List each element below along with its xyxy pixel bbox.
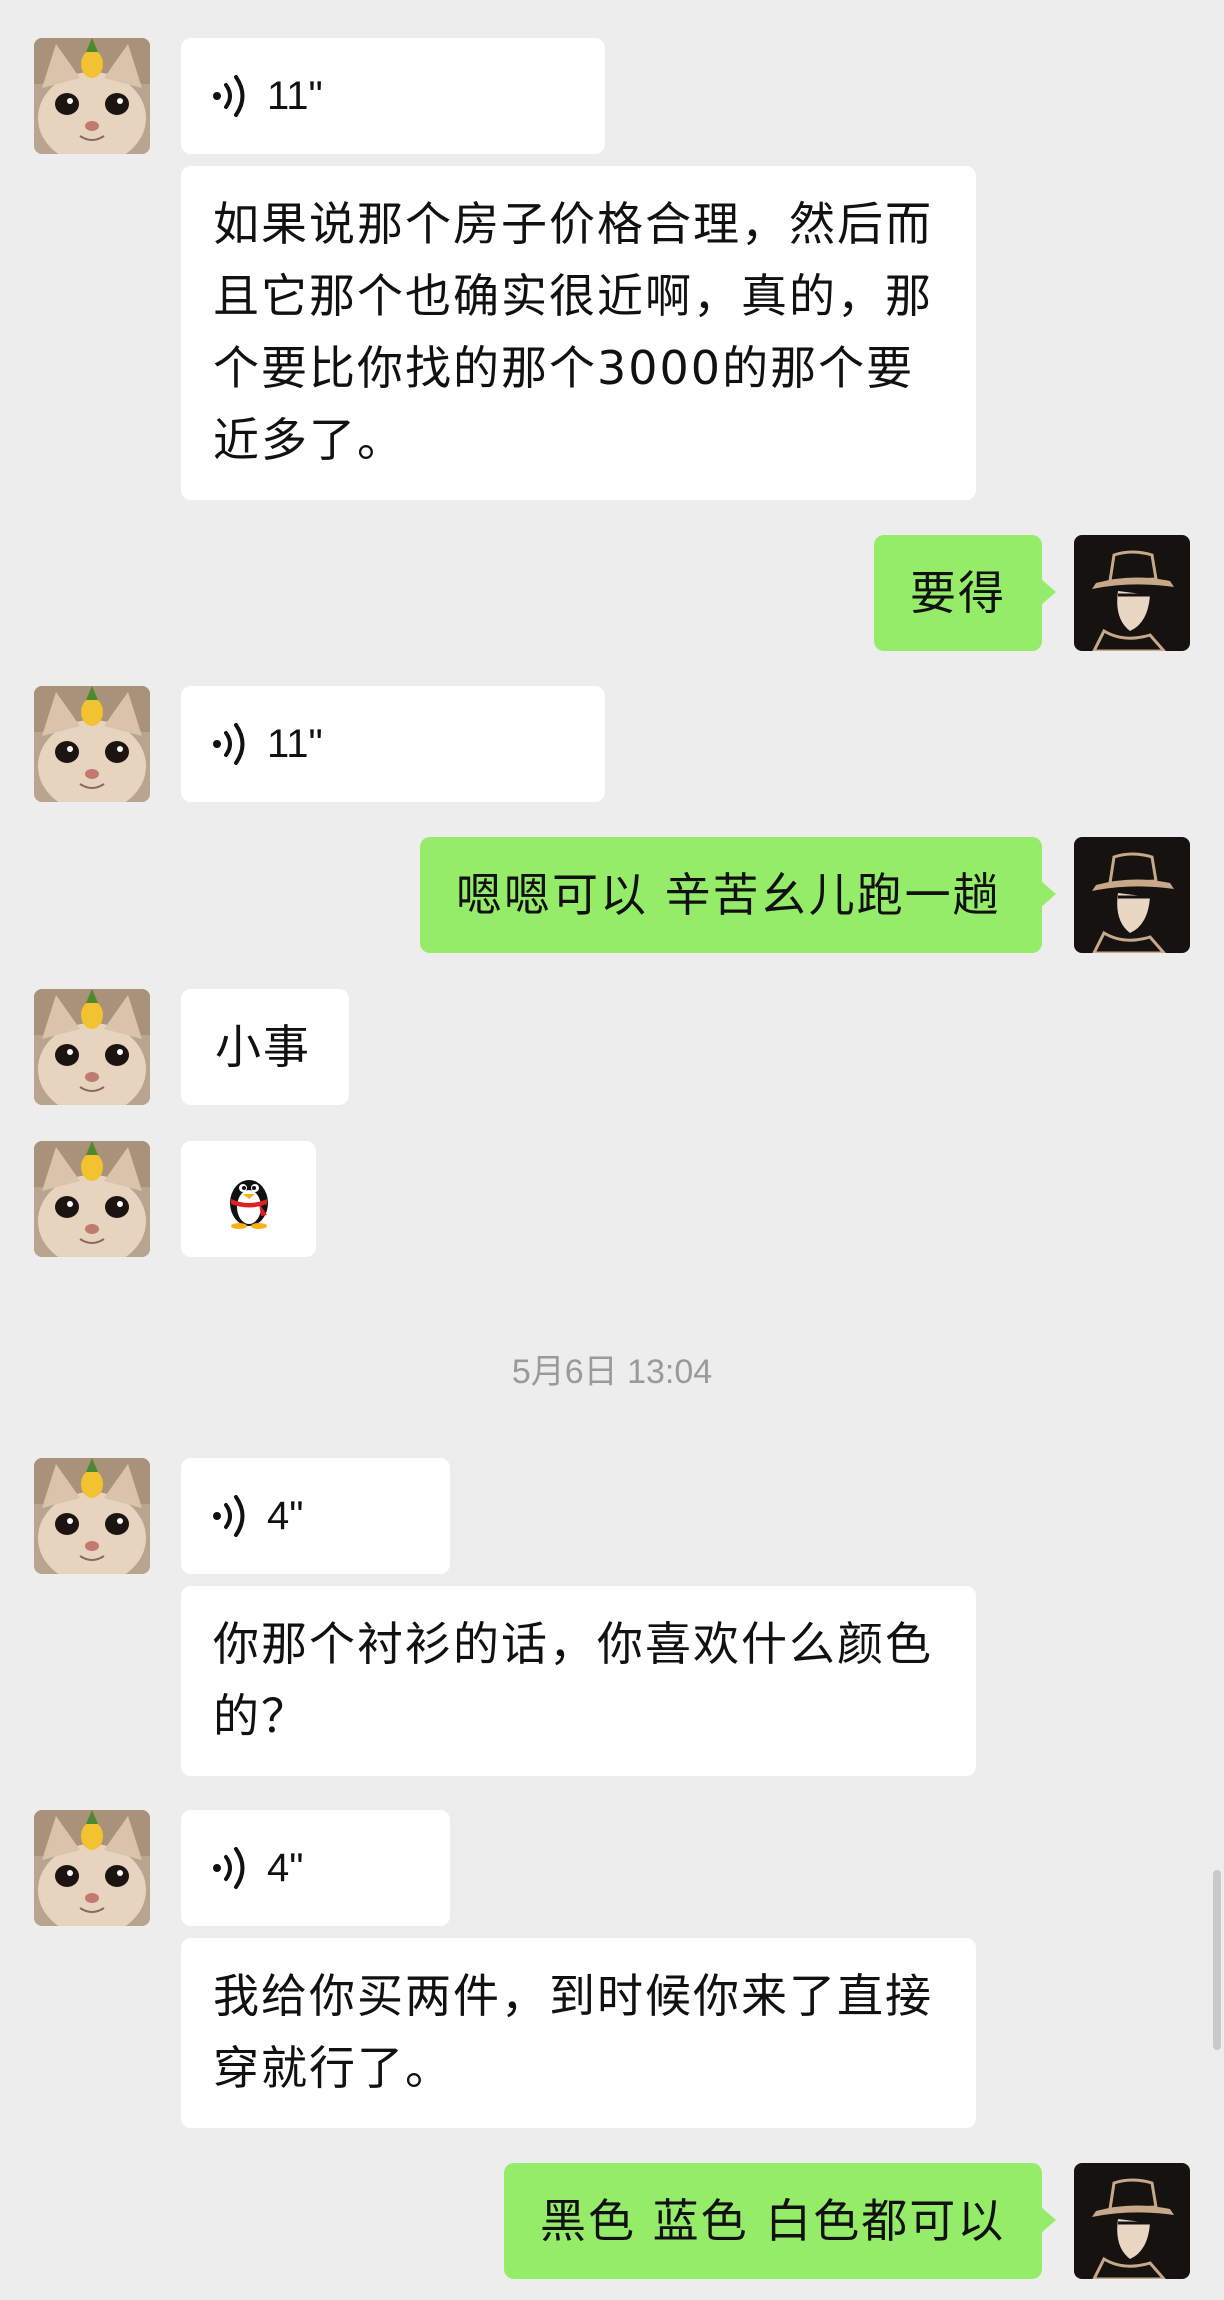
outgoing-text-message[interactable]: 黑色 蓝色 白色都可以 bbox=[504, 2163, 1056, 2279]
voice-duration: 11" bbox=[267, 721, 323, 766]
contact-avatar[interactable] bbox=[34, 1458, 150, 1574]
my-avatar[interactable] bbox=[1074, 837, 1190, 953]
penguin-emoji-icon bbox=[229, 1180, 268, 1229]
incoming-emoji-message[interactable] bbox=[181, 1141, 316, 1257]
voice-duration: 4" bbox=[267, 1845, 304, 1890]
cat-avatar-icon bbox=[34, 686, 150, 802]
chat-timestamp: 5月6日 13:04 bbox=[511, 1353, 713, 1391]
voice-message[interactable]: 4" bbox=[181, 1810, 450, 1926]
cat-avatar-icon bbox=[34, 38, 150, 154]
voice-message[interactable]: 11" bbox=[181, 686, 605, 802]
contact-avatar[interactable] bbox=[34, 686, 150, 802]
outgoing-text-message[interactable]: 要得 bbox=[874, 535, 1056, 651]
contact-avatar[interactable] bbox=[34, 38, 150, 154]
message-text: 嗯嗯可以 辛苦幺儿跑一趟 bbox=[456, 868, 1001, 922]
scrollbar[interactable] bbox=[1213, 1870, 1221, 2050]
message-text: 黑色 蓝色 白色都可以 bbox=[540, 2194, 1006, 2248]
cat-avatar-icon bbox=[34, 1141, 150, 1257]
cat-avatar-icon bbox=[34, 989, 150, 1105]
message-text: 要得 bbox=[910, 566, 1006, 620]
my-avatar[interactable] bbox=[1074, 535, 1190, 651]
incoming-text-message[interactable]: 我给你买两件，到时候你来了直接 穿就行了。 bbox=[181, 1938, 976, 2128]
voice-message[interactable]: 4" bbox=[181, 1458, 450, 1574]
incoming-text-message[interactable]: 如果说那个房子价格合理，然后而 且它那个也确实很近啊，真的，那 个要比你找的那个… bbox=[181, 166, 976, 500]
hat-man-avatar-icon bbox=[1074, 2163, 1190, 2279]
outgoing-text-message[interactable]: 嗯嗯可以 辛苦幺儿跑一趟 bbox=[420, 837, 1056, 953]
hat-man-avatar-icon bbox=[1074, 535, 1190, 651]
chat-message-list[interactable]: 11" 如果说那个房子价格合理，然后而 且它那个也确实很近啊，真的，那 个要比你… bbox=[0, 0, 1224, 2300]
message-text: 如果说那个房子价格合理，然后而 且它那个也确实很近啊，真的，那 个要比你找的那个… bbox=[213, 197, 933, 467]
voice-wave-icon bbox=[211, 1846, 253, 1890]
cat-avatar-icon bbox=[34, 1458, 150, 1574]
cat-avatar-icon bbox=[34, 1810, 150, 1926]
message-text: 小事 bbox=[215, 1020, 311, 1074]
message-text: 我给你买两件，到时候你来了直接 穿就行了。 bbox=[213, 1969, 933, 2095]
my-avatar[interactable] bbox=[1074, 2163, 1190, 2279]
hat-man-avatar-icon bbox=[1074, 837, 1190, 953]
voice-message[interactable]: 11" bbox=[181, 38, 605, 154]
contact-avatar[interactable] bbox=[34, 989, 150, 1105]
message-text: 你那个衬衫的话，你喜欢什么颜色 的？ bbox=[213, 1617, 933, 1743]
voice-duration: 11" bbox=[267, 73, 323, 118]
voice-duration: 4" bbox=[267, 1493, 304, 1538]
voice-wave-icon bbox=[211, 722, 253, 766]
incoming-text-message[interactable]: 小事 bbox=[181, 989, 349, 1105]
contact-avatar[interactable] bbox=[34, 1141, 150, 1257]
incoming-text-message[interactable]: 你那个衬衫的话，你喜欢什么颜色 的？ bbox=[181, 1586, 976, 1776]
voice-wave-icon bbox=[211, 74, 253, 118]
contact-avatar[interactable] bbox=[34, 1810, 150, 1926]
voice-wave-icon bbox=[211, 1494, 253, 1538]
